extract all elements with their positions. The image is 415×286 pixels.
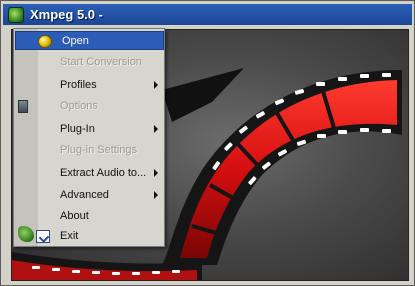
submenu-arrow-icon xyxy=(154,81,158,89)
window-title: Xmpeg 5.0 - xyxy=(30,7,103,22)
menu-item-label: Options xyxy=(60,100,98,112)
app-window: Xmpeg 5.0 - Open Start Conversion Profil… xyxy=(0,0,415,286)
menu-item-label: Profiles xyxy=(60,79,97,91)
menu-item-label: Start Conversion xyxy=(60,56,142,68)
dark-wedge-shape xyxy=(162,68,244,122)
menu-item-open[interactable]: Open xyxy=(15,31,164,50)
menu-item-exit[interactable]: Exit xyxy=(14,227,164,246)
submenu-arrow-icon xyxy=(154,169,158,177)
menu-item-label: Extract Audio to... xyxy=(60,167,147,179)
menu-item-plug-in-settings[interactable]: Plug-in Settings xyxy=(14,141,164,160)
menu-item-plug-in[interactable]: Plug-In xyxy=(14,120,164,139)
menu-item-profiles[interactable]: Profiles xyxy=(14,76,164,95)
menu-item-extract-audio[interactable]: Extract Audio to... xyxy=(14,164,164,183)
submenu-arrow-icon xyxy=(154,191,158,199)
menu-item-label: Advanced xyxy=(60,189,109,201)
menu-item-label: About xyxy=(60,210,89,222)
menu-item-start-conversion[interactable]: Start Conversion xyxy=(14,53,164,72)
menu-item-label: Open xyxy=(62,35,89,47)
open-icon xyxy=(38,35,52,48)
file-menu-dropdown: Open Start Conversion Profiles Options P… xyxy=(13,28,165,247)
menu-item-label: Exit xyxy=(60,230,79,242)
menu-item-options[interactable]: Options xyxy=(14,97,164,116)
title-bar[interactable]: Xmpeg 5.0 - xyxy=(3,4,412,25)
submenu-arrow-icon xyxy=(154,125,158,133)
menu-item-advanced[interactable]: Advanced xyxy=(14,186,164,205)
xmpeg-app-icon[interactable] xyxy=(8,6,24,23)
menu-item-about[interactable]: About xyxy=(14,207,164,226)
menu-item-label: Plug-In xyxy=(60,123,95,135)
exit-icon xyxy=(36,230,50,243)
options-icon xyxy=(18,100,28,113)
menu-item-label: Plug-in Settings xyxy=(60,144,138,156)
